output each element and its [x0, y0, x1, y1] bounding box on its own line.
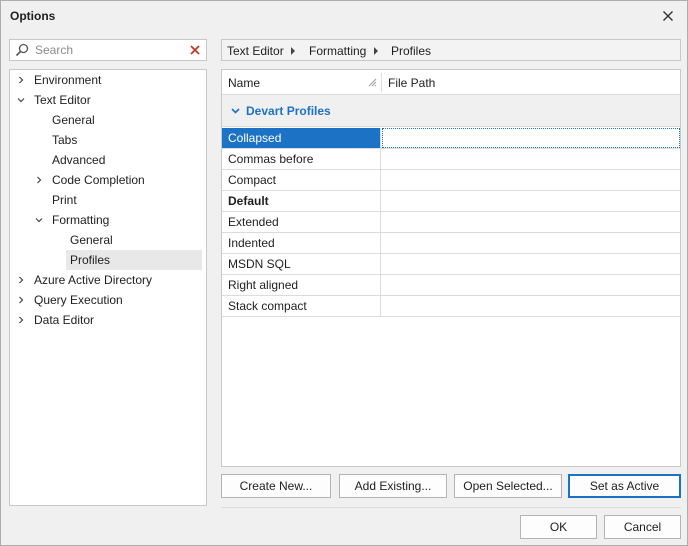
table-row[interactable]: Stack compact	[222, 296, 680, 317]
table-row[interactable]: Compact	[222, 170, 680, 191]
create-new-button[interactable]: Create New...	[221, 474, 331, 498]
tree-item-advanced[interactable]: Advanced	[10, 150, 206, 170]
breadcrumb-separator-icon	[374, 47, 378, 55]
chevron-down-icon[interactable]	[35, 216, 43, 224]
column-header-file-path[interactable]: File Path	[388, 76, 435, 90]
profiles-grid: Name File Path Devart Profiles Collapsed…	[221, 69, 681, 467]
cancel-button[interactable]: Cancel	[604, 515, 681, 539]
chevron-down-icon[interactable]	[17, 96, 25, 104]
group-row-devart-profiles[interactable]: Devart Profiles	[222, 95, 680, 127]
table-row[interactable]: MSDN SQL	[222, 254, 680, 275]
chevron-right-icon[interactable]	[17, 276, 25, 284]
close-icon	[663, 11, 673, 21]
tree-item-code-completion[interactable]: Code Completion	[10, 170, 206, 190]
cell-name[interactable]: Extended	[222, 212, 381, 232]
dialog-title: Options	[10, 9, 56, 23]
tree-item-general[interactable]: General	[10, 110, 206, 130]
cell-file-path[interactable]	[382, 212, 680, 232]
tree-item-label: Tabs	[52, 133, 78, 147]
grid-header: Name File Path	[222, 70, 680, 95]
title-bar: Options	[1, 1, 687, 31]
breadcrumb-item[interactable]: Formatting	[309, 44, 366, 58]
tree-item-print[interactable]: Print	[10, 190, 206, 210]
cell-name[interactable]: Commas before	[222, 149, 381, 169]
tree-item-label: Azure Active Directory	[34, 273, 153, 287]
cell-file-path[interactable]	[382, 191, 680, 211]
cell-file-path[interactable]	[382, 233, 680, 253]
tree-item-tabs[interactable]: Tabs	[10, 130, 206, 150]
cell-name[interactable]: Default	[222, 191, 381, 211]
cell-file-path[interactable]	[382, 128, 680, 148]
tree-item-label: Profiles	[66, 250, 202, 270]
table-row[interactable]: Default	[222, 191, 680, 212]
breadcrumb-item[interactable]: Text Editor	[227, 44, 284, 58]
sort-icon[interactable]	[368, 78, 377, 87]
breadcrumb-item: Profiles	[391, 44, 432, 58]
cell-name[interactable]: Compact	[222, 170, 381, 190]
tree-item-formatting[interactable]: Formatting	[10, 210, 206, 230]
set-as-active-button[interactable]: Set as Active	[568, 474, 681, 498]
tree-item-formatting-general[interactable]: General	[10, 230, 206, 250]
cell-file-path[interactable]	[382, 296, 680, 316]
chevron-right-icon[interactable]	[35, 176, 43, 184]
tree-item-environment[interactable]: Environment	[10, 70, 206, 90]
chevron-down-icon[interactable]	[231, 107, 240, 115]
table-row[interactable]: Extended	[222, 212, 680, 233]
cell-name[interactable]: Stack compact	[222, 296, 381, 316]
table-row[interactable]: Collapsed	[222, 128, 680, 149]
table-row[interactable]: Commas before	[222, 149, 680, 170]
cell-file-path[interactable]	[382, 254, 680, 274]
cell-name[interactable]: MSDN SQL	[222, 254, 381, 274]
tree-item-label: General	[52, 113, 95, 127]
tree-item-label: Text Editor	[34, 93, 91, 107]
cell-file-path[interactable]	[382, 149, 680, 169]
tree-item-label: Code Completion	[52, 173, 145, 187]
tree-item-label: Data Editor	[34, 313, 95, 327]
tree-item-data-editor[interactable]: Data Editor	[10, 310, 206, 330]
chevron-right-icon[interactable]	[17, 316, 25, 324]
close-button[interactable]	[657, 5, 679, 27]
open-selected-button[interactable]: Open Selected...	[454, 474, 562, 498]
clear-icon[interactable]	[190, 45, 200, 55]
cell-name[interactable]: Indented	[222, 233, 381, 253]
table-row[interactable]: Indented	[222, 233, 680, 254]
add-existing-button[interactable]: Add Existing...	[339, 474, 447, 498]
table-row[interactable]: Right aligned	[222, 275, 680, 296]
column-header-name[interactable]: Name	[228, 76, 260, 90]
group-label: Devart Profiles	[246, 104, 331, 118]
divider	[221, 507, 681, 508]
chevron-right-icon[interactable]	[17, 296, 25, 304]
breadcrumb-separator-icon	[291, 47, 295, 55]
tree-item-label: Query Execution	[34, 293, 123, 307]
column-separator[interactable]	[381, 73, 382, 92]
chevron-right-icon[interactable]	[17, 76, 25, 84]
search-box	[9, 39, 207, 61]
cell-name[interactable]: Right aligned	[222, 275, 381, 295]
cell-file-path[interactable]	[382, 275, 680, 295]
search-icon	[15, 43, 29, 57]
ok-button[interactable]: OK	[520, 515, 597, 539]
tree-item-azure-active-directory[interactable]: Azure Active Directory	[10, 270, 206, 290]
tree-item-profiles[interactable]: Profiles	[10, 250, 206, 270]
options-dialog: Options Environment Text Editor General	[0, 0, 688, 546]
tree-item-label: Environment	[34, 73, 102, 87]
cell-file-path[interactable]	[382, 170, 680, 190]
tree-item-query-execution[interactable]: Query Execution	[10, 290, 206, 310]
tree-item-text-editor[interactable]: Text Editor	[10, 90, 206, 110]
breadcrumb: Text Editor Formatting Profiles	[221, 39, 681, 61]
options-tree: Environment Text Editor General Tabs Adv…	[9, 69, 207, 506]
tree-item-label: General	[70, 233, 113, 247]
search-input[interactable]	[35, 42, 185, 58]
tree-item-label: Formatting	[52, 213, 110, 227]
cell-name[interactable]: Collapsed	[222, 128, 381, 148]
tree-item-label: Advanced	[52, 153, 106, 167]
tree-item-label: Print	[52, 193, 77, 207]
